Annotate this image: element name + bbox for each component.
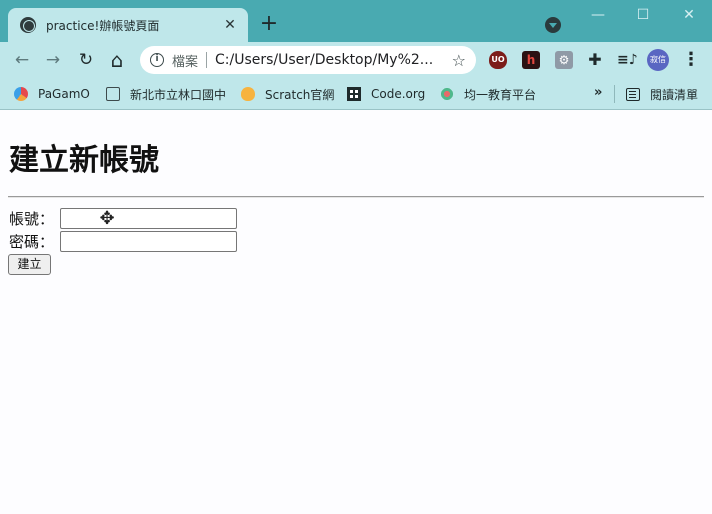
new-tab-button[interactable]: + [258, 13, 280, 36]
reload-button[interactable]: ↻ [76, 50, 96, 70]
bookmark-label: 均一教育平台 [464, 87, 537, 102]
more-menu-icon[interactable]: ⋮ [682, 50, 700, 70]
bookmark-label: Scratch官網 [265, 87, 335, 102]
page-content: 建立新帳號 帳號： 密碼： 建立 ✥ [0, 111, 712, 514]
bookmark-label: 新北市立林口國中 [130, 87, 227, 102]
account-input[interactable] [60, 208, 237, 229]
tab-close-icon[interactable]: ✕ [222, 17, 238, 33]
browser-toolbar: ← → ↻ ⌂ i 檔案 C:/Users/User/Desktop/My%2.… [0, 42, 712, 78]
junyi-icon [440, 87, 454, 101]
gear-extension-icon[interactable]: ⚙ [555, 51, 573, 69]
password-label: 密碼： [9, 233, 55, 251]
address-bar[interactable]: i 檔案 C:/Users/User/Desktop/My%2... ☆ [140, 46, 476, 74]
puzzle-icon[interactable]: ✚ [586, 51, 604, 69]
scratch-icon [241, 87, 255, 101]
horizontal-rule [8, 196, 704, 198]
bookmark-pagamo[interactable]: PaGamO [14, 85, 90, 103]
bookmarks-bar: PaGamO 新北市立林口國中 Scratch官網 Code.org 均一教育平… [0, 78, 712, 110]
bookmark-label: PaGamO [38, 87, 90, 101]
title-bar: practice!辦帳號頁面 ✕ + — ☐ ✕ [0, 0, 712, 42]
tab-title: practice!辦帳號頁面 [46, 18, 160, 33]
bookmark-scratch[interactable]: Scratch官網 [241, 85, 334, 103]
file-scheme-label: 檔案 [172, 54, 199, 70]
browser-tab[interactable]: practice!辦帳號頁面 ✕ [8, 8, 248, 42]
url-text[interactable]: C:/Users/User/Desktop/My%2... [215, 52, 433, 68]
info-icon[interactable]: i [150, 53, 164, 67]
bookmark-junyi[interactable]: 均一教育平台 [440, 85, 536, 103]
window-close-button[interactable]: ✕ [679, 6, 699, 24]
bookmarks-divider [614, 85, 615, 103]
page-title: 建立新帳號 [9, 143, 159, 178]
maximize-button[interactable]: ☐ [633, 6, 653, 24]
bookmarks-overflow-icon[interactable]: » [594, 85, 602, 100]
bookmark-linkou-school[interactable]: 新北市立林口國中 [106, 85, 226, 103]
red-extension-icon[interactable]: h [522, 51, 540, 69]
profile-avatar[interactable]: 寂信 [647, 49, 669, 71]
pagamo-icon [14, 87, 28, 101]
media-control-icon[interactable]: ≡♪ [617, 51, 638, 69]
forward-button[interactable]: → [43, 50, 63, 70]
reading-list-button[interactable]: 閱讀清單 [626, 85, 698, 103]
home-button[interactable]: ⌂ [107, 50, 127, 70]
document-icon [106, 87, 120, 101]
code-org-icon [347, 87, 361, 101]
account-label: 帳號： [9, 210, 55, 228]
create-account-button[interactable]: 建立 [8, 254, 51, 275]
tab-search-icon[interactable] [545, 17, 561, 33]
reading-list-icon [626, 87, 640, 101]
globe-icon [20, 17, 36, 33]
bookmark-star-icon[interactable]: ☆ [452, 51, 466, 70]
password-input[interactable] [60, 231, 237, 252]
move-cursor-icon: ✥ [99, 208, 115, 229]
reading-list-label: 閱讀清單 [650, 87, 699, 102]
bookmark-code-org[interactable]: Code.org [347, 85, 425, 103]
bookmark-label: Code.org [371, 87, 426, 101]
minimize-button[interactable]: — [588, 6, 608, 24]
ublock-icon[interactable]: UO [489, 51, 507, 69]
omnibox-divider [206, 52, 208, 68]
back-button[interactable]: ← [12, 50, 32, 70]
